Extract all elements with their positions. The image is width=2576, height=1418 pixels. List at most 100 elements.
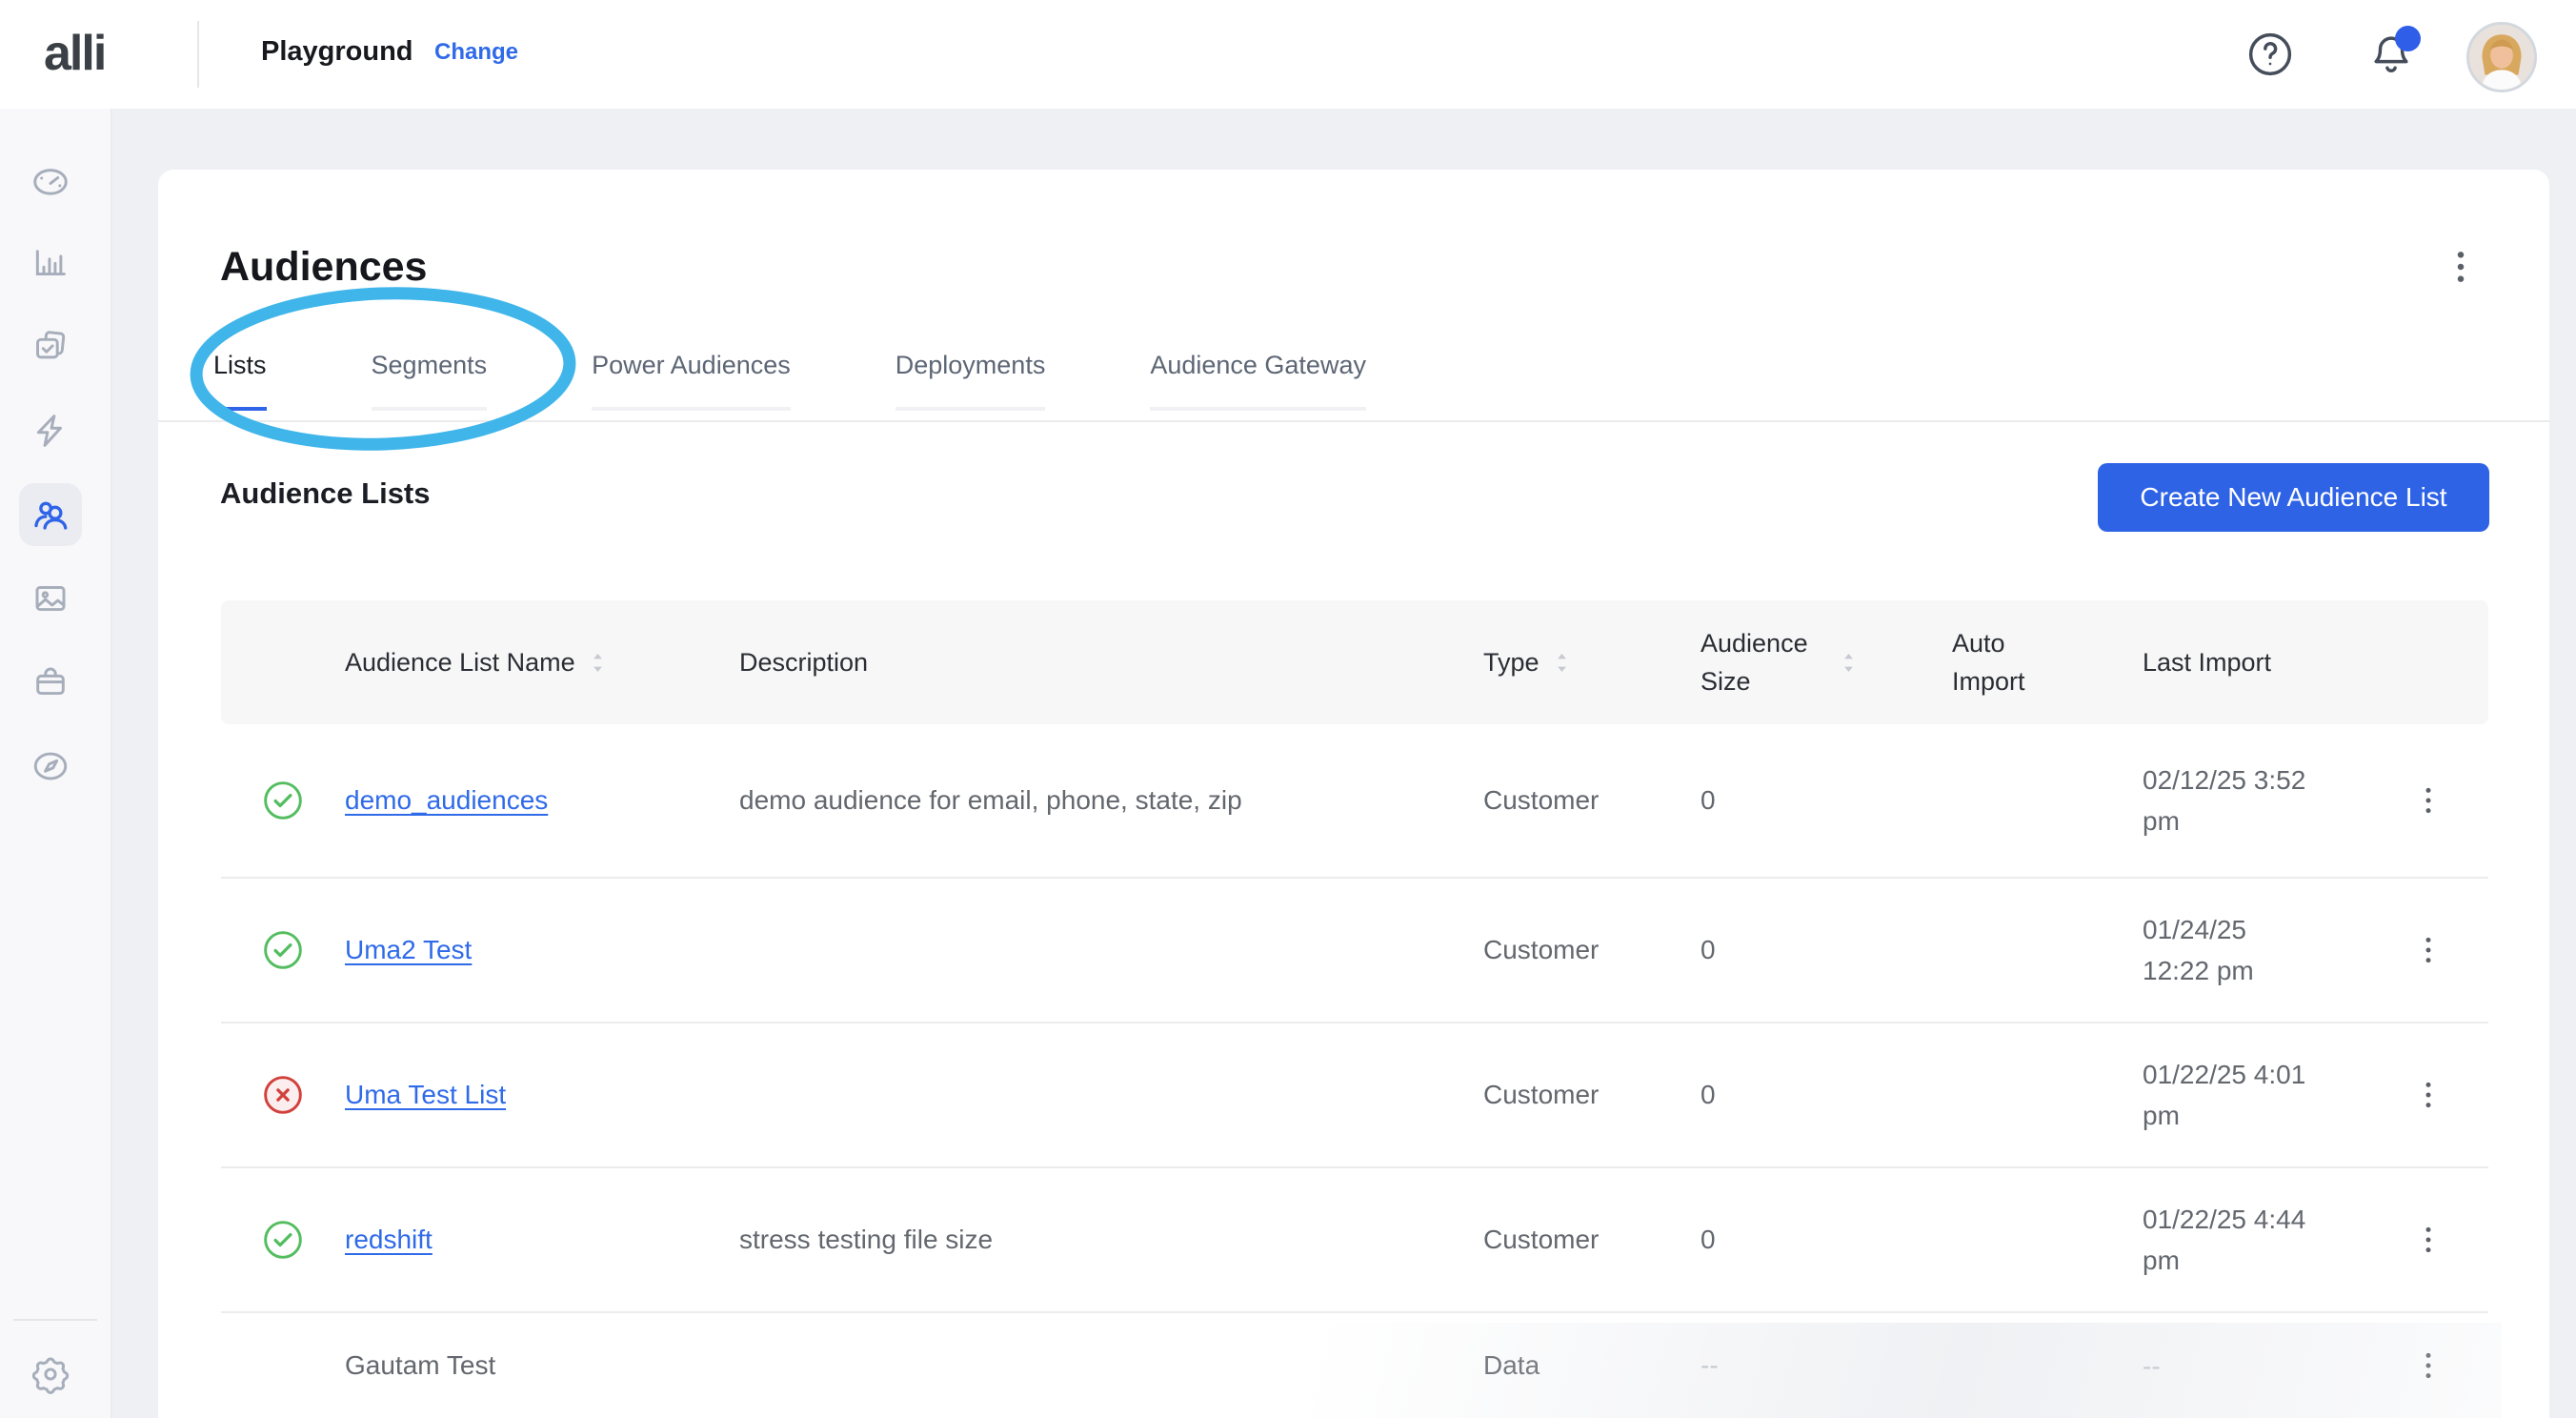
table-row: Gautam Test Data -- -- bbox=[221, 1313, 2488, 1418]
sidebar-item-dashboard[interactable] bbox=[28, 158, 73, 204]
create-new-audience-list-button[interactable]: Create New Audience List bbox=[2098, 463, 2489, 532]
column-header-type[interactable]: Type bbox=[1483, 648, 1701, 678]
row-actions-menu-button[interactable] bbox=[2407, 923, 2449, 977]
row-actions-menu-button[interactable] bbox=[2407, 1213, 2449, 1266]
user-avatar[interactable] bbox=[2466, 22, 2537, 92]
sidebar-item-settings[interactable] bbox=[28, 1351, 73, 1397]
table-row: Uma2 Test Customer 0 01/24/25 12:22 pm bbox=[221, 879, 2488, 1023]
kebab-menu-icon bbox=[2409, 774, 2447, 827]
kebab-menu-icon bbox=[2409, 1213, 2447, 1266]
sidebar-footer-divider bbox=[13, 1319, 97, 1321]
sidebar-item-tasks[interactable] bbox=[28, 324, 73, 370]
clipboard-check-icon bbox=[30, 327, 70, 367]
speedometer-icon bbox=[30, 161, 70, 201]
cell-audience-size: 0 bbox=[1701, 785, 1952, 816]
sort-icon-audience-size[interactable] bbox=[1841, 651, 1856, 675]
cell-last-import: 01/22/25 4:44 pm bbox=[2143, 1199, 2316, 1281]
cell-audience-size: 0 bbox=[1701, 1080, 1952, 1110]
cell-description: demo audience for email, phone, state, z… bbox=[739, 785, 1483, 816]
status-none bbox=[262, 1345, 304, 1387]
cell-type: Customer bbox=[1483, 935, 1701, 965]
tab-deployments[interactable]: Deployments bbox=[896, 351, 1046, 411]
change-workspace-link[interactable]: Change bbox=[434, 39, 518, 66]
section-title: Audience Lists bbox=[220, 476, 431, 511]
cell-audience-size: -- bbox=[1701, 1350, 1952, 1381]
table-row: demo_audiences demo audience for email, … bbox=[221, 724, 2488, 879]
audiences-card: Audiences Lists Segments Power Audiences… bbox=[158, 170, 2549, 1418]
page-actions-menu-button[interactable] bbox=[2439, 236, 2483, 297]
cell-last-import: 02/12/25 3:52 pm bbox=[2143, 760, 2316, 841]
sort-icon-name[interactable] bbox=[591, 651, 605, 675]
column-header-last-import: Last Import bbox=[2143, 648, 2398, 678]
cell-type: Customer bbox=[1483, 1225, 1701, 1255]
sidebar-item-automation[interactable] bbox=[28, 408, 73, 454]
column-header-audience-size[interactable]: Audience Size bbox=[1701, 624, 1952, 700]
compass-icon bbox=[30, 746, 70, 786]
column-header-auto-import: Auto Import bbox=[1952, 624, 2143, 700]
tab-segments[interactable]: Segments bbox=[372, 351, 488, 411]
lightning-icon bbox=[30, 411, 70, 451]
tab-audience-gateway[interactable]: Audience Gateway bbox=[1150, 351, 1366, 411]
tabs-divider bbox=[158, 420, 2549, 422]
alli-logo[interactable]: alli bbox=[44, 25, 105, 82]
cell-last-import: -- bbox=[2143, 1346, 2316, 1387]
status-error-icon bbox=[262, 1074, 304, 1116]
row-actions-menu-button[interactable] bbox=[2407, 1068, 2449, 1122]
cell-type: Data bbox=[1483, 1350, 1701, 1381]
audience-list-link[interactable]: Uma Test List bbox=[345, 1080, 506, 1109]
row-actions-menu-button[interactable] bbox=[2407, 1339, 2449, 1392]
page-title: Audiences bbox=[220, 244, 427, 291]
cell-type: Customer bbox=[1483, 785, 1701, 816]
cell-last-import: 01/22/25 4:01 pm bbox=[2143, 1054, 2316, 1136]
cell-audience-size: 0 bbox=[1701, 935, 1952, 965]
sort-icon-type[interactable] bbox=[1555, 651, 1569, 675]
audience-list-link[interactable]: demo_audiences bbox=[345, 785, 548, 815]
cell-last-import: 01/24/25 12:22 pm bbox=[2143, 909, 2316, 991]
sidebar-item-analytics[interactable] bbox=[28, 240, 73, 286]
notifications-button[interactable] bbox=[2366, 30, 2416, 79]
audience-list-link[interactable]: redshift bbox=[345, 1225, 433, 1254]
sidebar-item-creative[interactable] bbox=[28, 576, 73, 621]
column-label-last-import: Last Import bbox=[2143, 648, 2271, 678]
kebab-menu-icon bbox=[2409, 1068, 2447, 1122]
row-actions-menu-button[interactable] bbox=[2407, 774, 2449, 827]
column-label-description: Description bbox=[739, 648, 868, 678]
status-success-icon bbox=[262, 780, 304, 821]
audience-lists-table: Audience List Name Description Type Audi… bbox=[221, 600, 2488, 1418]
top-header: alli Playground Change bbox=[0, 0, 2576, 109]
header-divider bbox=[197, 21, 199, 88]
column-label-auto-import: Auto Import bbox=[1952, 624, 2043, 700]
image-icon bbox=[30, 578, 70, 618]
audiences-tabs: Lists Segments Power Audiences Deploymen… bbox=[213, 351, 1366, 411]
help-icon bbox=[2245, 30, 2295, 79]
column-header-name[interactable]: Audience List Name bbox=[345, 648, 739, 678]
app-root: alli Playground Change bbox=[0, 0, 2576, 1418]
kebab-menu-icon bbox=[2409, 1339, 2447, 1392]
tab-lists[interactable]: Lists bbox=[213, 351, 267, 411]
tab-power-audiences[interactable]: Power Audiences bbox=[592, 351, 791, 411]
column-label-type: Type bbox=[1483, 648, 1540, 678]
cell-description: stress testing file size bbox=[739, 1225, 1483, 1255]
sidebar-nav bbox=[0, 109, 112, 1418]
status-success-icon bbox=[262, 929, 304, 971]
sidebar-item-audiences[interactable] bbox=[28, 492, 73, 537]
notification-badge bbox=[2395, 26, 2421, 51]
help-button[interactable] bbox=[2245, 30, 2295, 79]
bag-icon bbox=[30, 662, 70, 702]
column-label-name: Audience List Name bbox=[345, 648, 575, 678]
audience-list-link[interactable]: Uma2 Test bbox=[345, 935, 472, 964]
table-header-row: Audience List Name Description Type Audi… bbox=[221, 600, 2488, 724]
column-label-audience-size: Audience Size bbox=[1701, 624, 1826, 700]
column-header-description: Description bbox=[739, 648, 1483, 678]
gear-icon bbox=[30, 1354, 70, 1394]
workspace-label: Playground bbox=[261, 36, 413, 68]
kebab-menu-icon bbox=[2409, 923, 2447, 977]
audience-list-name: Gautam Test bbox=[345, 1350, 495, 1380]
cell-audience-size: 0 bbox=[1701, 1225, 1952, 1255]
sidebar-item-discover[interactable] bbox=[28, 743, 73, 789]
cell-type: Customer bbox=[1483, 1080, 1701, 1110]
table-row: redshift stress testing file size Custom… bbox=[221, 1168, 2488, 1313]
people-icon bbox=[30, 495, 70, 535]
sidebar-item-products[interactable] bbox=[28, 659, 73, 705]
status-success-icon bbox=[262, 1219, 304, 1261]
